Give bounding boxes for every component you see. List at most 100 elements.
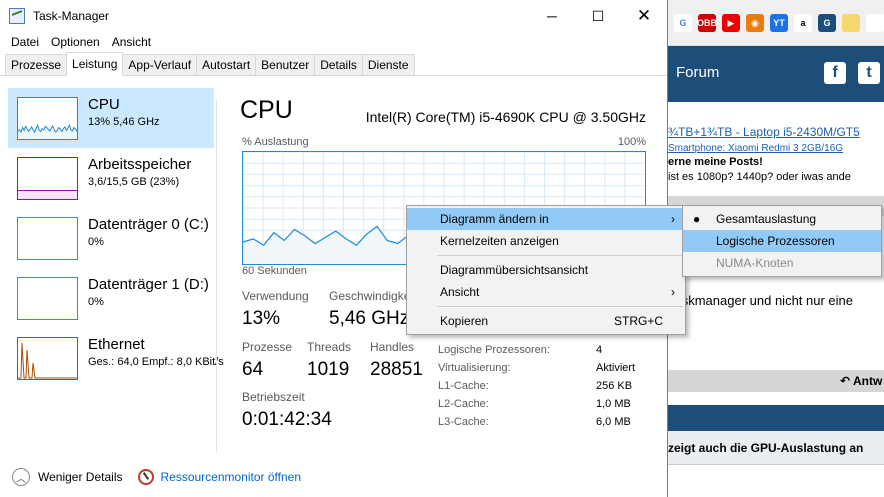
detail-key: L2-Cache: xyxy=(438,398,489,410)
tab-autostart[interactable]: Autostart xyxy=(196,54,257,75)
tab-app-verlauf[interactable]: App-Verlauf xyxy=(122,54,198,75)
submenu-overall-utilization[interactable]: ● Gesamtauslastung xyxy=(683,208,881,230)
tab-benutzer[interactable]: Benutzer xyxy=(255,54,316,75)
detail-key: L3-Cache: xyxy=(438,416,489,428)
disk1-thumbnail xyxy=(17,277,78,320)
chevron-up-icon[interactable]: ︿ xyxy=(12,468,30,486)
resource-monitor-icon[interactable] xyxy=(138,469,155,485)
resource-name: Arbeitsspeicher xyxy=(88,156,192,173)
graph-time-span: 60 Sekunden xyxy=(242,265,307,277)
yt-mp3-ext-icon[interactable]: YT xyxy=(770,14,788,32)
post-header xyxy=(668,405,884,431)
signature-link-2[interactable]: Smartphone: Xiaomi Redmi 3 2GB/16G xyxy=(668,143,843,154)
pane-divider xyxy=(216,100,217,452)
menu-view[interactable]: Ansicht › xyxy=(407,281,685,303)
memory-fill xyxy=(18,190,77,199)
g-ext-icon[interactable]: G xyxy=(818,14,836,32)
footer: ︿ Weniger Details Ressourcenmonitor öffn… xyxy=(8,464,301,490)
detail-key: Logische Prozessoren: xyxy=(438,344,550,356)
menu-separator xyxy=(437,255,683,256)
resource-monitor-link[interactable]: Ressourcenmonitor öffnen xyxy=(160,470,301,484)
chevron-right-icon: › xyxy=(671,285,675,299)
detail-key: Virtualisierung: xyxy=(438,362,511,374)
copy-shortcut: STRG+C xyxy=(613,314,663,328)
fewer-details-button[interactable]: Weniger Details xyxy=(38,470,122,484)
detail-value: 6,0 MB xyxy=(596,416,631,428)
uptime-label: Betriebszeit xyxy=(242,390,305,404)
menu-copy[interactable]: Kopieren STRG+C xyxy=(407,310,685,332)
minimize-button[interactable]: ─ xyxy=(529,0,575,32)
handles-label: Handles xyxy=(370,340,415,354)
resource-name: CPU xyxy=(88,96,120,113)
signature-link[interactable]: ¾TB+1¾TB - Laptop i5-2430M/GT5 xyxy=(668,125,860,139)
disk0-thumbnail xyxy=(17,217,78,260)
google-ext-icon[interactable]: G xyxy=(674,14,692,32)
resource-disk-0[interactable]: Datenträger 0 (C:) 0% xyxy=(8,208,214,268)
cpu-model: Intel(R) Core(TM) i5-4690K CPU @ 3.50GHz xyxy=(365,109,646,125)
task-manager-icon xyxy=(9,8,25,24)
resource-ethernet[interactable]: Ethernet Ges.: 64,0 Empf.: 8,0 KBit/s xyxy=(8,328,224,388)
resource-value: 13% 5,46 GHz xyxy=(88,116,160,128)
menu-ansicht[interactable]: Ansicht xyxy=(106,35,157,49)
facebook-icon[interactable]: f xyxy=(824,62,846,84)
processes-label: Prozesse xyxy=(242,340,293,354)
tab-leistung[interactable]: Leistung xyxy=(66,52,124,76)
radio-dot-icon: ● xyxy=(693,212,701,226)
tab-dienste[interactable]: Dienste xyxy=(361,54,415,75)
resource-list: CPU 13% 5,46 GHz Arbeitsspeicher 3,6/15,… xyxy=(8,88,224,388)
menu-optionen[interactable]: Optionen xyxy=(45,35,106,49)
resource-disk-1[interactable]: Datenträger 1 (D:) 0% xyxy=(8,268,214,328)
maximize-button[interactable]: ☐ xyxy=(575,0,621,32)
tab-bar: Prozesse Leistung App-Verlauf Autostart … xyxy=(0,52,667,76)
forum-link[interactable]: Forum xyxy=(676,64,719,81)
speed-value: 5,46 GHz xyxy=(329,308,410,329)
resource-name: Datenträger 0 (C:) xyxy=(88,216,209,233)
amazon-ext-icon[interactable]: a xyxy=(794,14,812,32)
twitter-icon[interactable]: t xyxy=(858,62,880,84)
cpu-thumbnail xyxy=(17,97,78,140)
menu-datei[interactable]: Datei xyxy=(5,35,45,49)
resource-value: 0% xyxy=(88,296,104,308)
close-button[interactable]: ✕ xyxy=(621,0,667,32)
detail-value: 4 xyxy=(596,344,603,356)
resource-cpu[interactable]: CPU 13% 5,46 GHz xyxy=(8,88,214,148)
resource-name: Ethernet xyxy=(88,336,145,353)
tab-prozesse[interactable]: Prozesse xyxy=(5,54,68,75)
youtube-ext-icon[interactable]: ▶ xyxy=(722,14,740,32)
graph-context-menu: Diagramm ändern in › Kernelzeiten anzeige… xyxy=(406,205,686,335)
speed-label: Geschwindigkeit xyxy=(329,289,417,303)
processes-value: 64 xyxy=(242,359,264,380)
tab-details[interactable]: Details xyxy=(314,54,363,75)
resource-value: Ges.: 64,0 Empf.: 8,0 KBit/s xyxy=(88,356,224,368)
change-graph-submenu: ● Gesamtauslastung Logische Prozessoren N… xyxy=(682,205,882,277)
menu-show-kernel-times[interactable]: Kernelzeiten anzeigen xyxy=(407,230,685,252)
threads-label: Threads xyxy=(307,340,352,354)
ethernet-mini-graph xyxy=(18,342,77,379)
post-text: ist es 1080p? 1440p? oder iwas ande xyxy=(668,171,851,183)
signature-text: erne meine Posts! xyxy=(668,156,763,168)
title-bar[interactable]: Task-Manager ─ ☐ ✕ xyxy=(0,0,667,32)
chevron-right-icon: › xyxy=(671,212,675,226)
menu-bar: Datei Optionen Ansicht xyxy=(0,32,667,52)
window-title: Task-Manager xyxy=(33,9,110,23)
graph-max-label: 100% xyxy=(617,136,646,148)
obb-ext-icon[interactable]: OBB xyxy=(697,14,717,32)
menu-separator xyxy=(437,306,683,307)
detail-value: 1,0 MB xyxy=(596,398,631,410)
utilization-value: 13% xyxy=(242,308,281,329)
reply-button[interactable]: ↶ Antw xyxy=(840,374,882,388)
detail-title: CPU xyxy=(240,96,293,124)
folder-ext-icon[interactable] xyxy=(842,14,860,32)
blank-ext-icon[interactable] xyxy=(866,14,884,32)
post-text-2: Taskmanager und nicht nur eine xyxy=(668,293,854,308)
post-title: zeigt auch die GPU-Auslastung an xyxy=(668,441,864,455)
graph-axis-label: % Auslastung xyxy=(242,136,309,148)
menu-summary-view[interactable]: Diagrammübersichtsansicht xyxy=(407,259,685,281)
detail-value: 256 KB xyxy=(596,380,633,392)
memory-thumbnail xyxy=(17,157,78,200)
resource-memory[interactable]: Arbeitsspeicher 3,6/15,5 GB (23%) xyxy=(8,148,214,208)
podcast-ext-icon[interactable]: ◉ xyxy=(746,14,764,32)
menu-change-graph[interactable]: Diagramm ändern in › xyxy=(407,208,685,230)
resource-value: 3,6/15,5 GB (23%) xyxy=(88,176,180,188)
submenu-logical-processors[interactable]: Logische Prozessoren xyxy=(683,230,881,252)
